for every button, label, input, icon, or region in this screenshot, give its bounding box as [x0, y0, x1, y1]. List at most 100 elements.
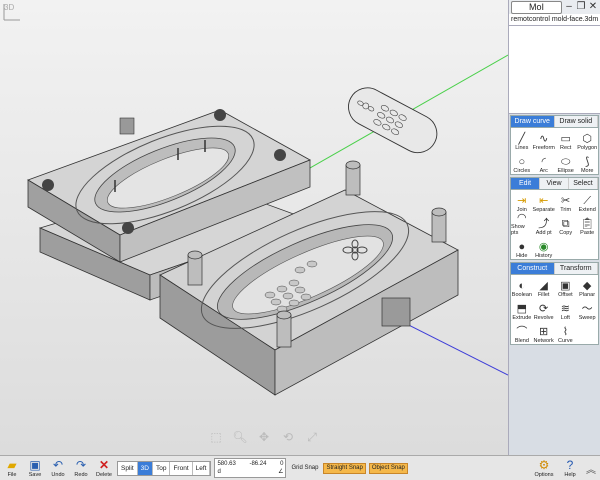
tab-draw-solid[interactable]: Draw solid	[554, 116, 598, 127]
polygon-icon: ⬡	[582, 133, 593, 145]
floppy-icon: ▣	[29, 457, 41, 472]
side-panel: MoI – ❐ ✕ remotcontrol mold-face.3dm Dra…	[508, 0, 600, 455]
options-icon: ⚙	[538, 457, 550, 472]
view-left-button[interactable]: Left	[193, 461, 211, 475]
tool-ellipse[interactable]: ⬭ Ellipse	[555, 151, 577, 174]
mold-model-render	[27, 54, 508, 396]
extrude-icon: ⬒	[516, 303, 528, 315]
network-icon: ⊞	[539, 326, 549, 338]
coord-x: 580.63	[217, 461, 236, 467]
view-top-button[interactable]: Top	[153, 461, 171, 475]
tool-network[interactable]: ⊞ Network	[533, 321, 555, 344]
view-split-button[interactable]: Split	[118, 461, 138, 475]
rect-icon: ▭	[560, 133, 571, 145]
tool-boolean[interactable]: ◐ Boolean	[511, 275, 533, 298]
axis-indicator-icon	[3, 4, 20, 21]
tool-revolve[interactable]: ⟳ Revolve	[533, 298, 555, 321]
minimize-icon[interactable]: –	[564, 2, 574, 12]
edit-panel: Edit View Select ⇥ Join ⇤ Separate ✂ Trim ⟋…	[510, 177, 599, 260]
grid-snap-toggle[interactable]: Grid Snap	[289, 464, 320, 473]
object-snap-toggle[interactable]: Object Snap	[368, 462, 408, 474]
extend-icon: ⟋	[583, 195, 592, 207]
loft-icon: ≋	[560, 303, 570, 315]
folder-icon: ▰	[7, 457, 17, 472]
redo-icon: ↷	[75, 457, 87, 472]
pan-icon[interactable]: ✥	[256, 430, 272, 445]
tool-hide[interactable]: ● Hide	[511, 236, 533, 259]
tool-copy[interactable]: ⧉ Copy	[555, 213, 577, 236]
save-button[interactable]: ▣ Save	[25, 457, 45, 478]
restore-icon[interactable]: ❐	[576, 2, 586, 12]
tool-planar[interactable]: ◆ Planar	[576, 275, 598, 298]
ellipse-icon: ⬭	[560, 156, 571, 168]
help-icon: ?	[566, 457, 574, 472]
tool-offset[interactable]: ▣ Offset	[555, 275, 577, 298]
tab-draw-curve[interactable]: Draw curve	[511, 116, 555, 127]
tab-view[interactable]: View	[540, 178, 569, 189]
angle-label: ∠	[278, 469, 284, 475]
tool-curve[interactable]: ⌇ Curve	[555, 321, 577, 344]
construct-panel: Construct Transform ◐ Boolean ◢ Fillet ▣ Of…	[510, 262, 599, 345]
tool-fillet[interactable]: ◢ Fillet	[533, 275, 555, 298]
tool-paste[interactable]: 📋︎ Paste	[576, 213, 598, 236]
view-3d-button[interactable]: 3D	[137, 461, 153, 475]
tab-construct[interactable]: Construct	[511, 263, 555, 274]
tool-separate[interactable]: ⇤ Separate	[533, 190, 555, 213]
blend-icon: ⌒	[516, 326, 528, 338]
tool-extend[interactable]: ⟋ Extend	[576, 190, 598, 213]
paste-icon: 📋︎	[580, 218, 595, 230]
draw-panel: Draw curve Draw solid ╱ Lines ∿ Freeform ▭…	[510, 115, 599, 175]
tab-transform[interactable]: Transform	[554, 263, 598, 274]
tool-join[interactable]: ⇥ Join	[511, 190, 533, 213]
coordinate-input[interactable]: 580.63 -86.24 0 d ∠	[214, 458, 287, 478]
tab-select[interactable]: Select	[569, 178, 598, 189]
undo-button[interactable]: ↶ Undo	[48, 457, 68, 478]
show-points-icon: ◠	[516, 212, 527, 224]
add-point-icon: ⤴	[538, 218, 550, 230]
straight-snap-toggle[interactable]: Straight Snap	[323, 462, 366, 474]
more-icon: ⟆	[585, 156, 590, 168]
separate-icon: ⇤	[539, 195, 549, 207]
rotate-icon[interactable]: ⟲	[280, 430, 296, 445]
delete-button[interactable]: ✕ Delete	[94, 457, 114, 478]
tool-blend[interactable]: ⌒ Blend	[511, 321, 533, 344]
tool-add-pt[interactable]: ⤴ Add pt	[533, 213, 555, 236]
reset-view-icon[interactable]: ⤢	[304, 430, 320, 445]
close-icon[interactable]: ✕	[588, 2, 598, 12]
tool-loft[interactable]: ≋ Loft	[555, 298, 577, 321]
tool-sweep[interactable]: 〜 Sweep	[576, 298, 598, 321]
options-button[interactable]: ⚙ Options	[534, 457, 554, 478]
delete-x-icon: ✕	[98, 457, 110, 472]
expand-chevron-icon[interactable]: ︽	[586, 461, 596, 476]
tool-arc[interactable]: ◜ Arc	[533, 151, 555, 174]
3d-viewport[interactable]: 3D ⬚ 🔍︎ ✥ ⟲ ⤢	[0, 0, 508, 455]
tool-freeform[interactable]: ∿ Freeform	[533, 128, 555, 151]
tool-lines[interactable]: ╱ Lines	[511, 128, 533, 151]
circle-icon: ○	[518, 156, 526, 168]
tool-extrude[interactable]: ⬒ Extrude	[511, 298, 533, 321]
trim-icon: ✂	[561, 195, 571, 207]
tool-more[interactable]: ⟆ More	[576, 151, 598, 174]
arc-icon: ◜	[541, 156, 546, 168]
tool-history[interactable]: ◉ History	[533, 236, 555, 259]
undo-icon: ↶	[52, 457, 64, 472]
zoom-box-icon[interactable]: ⬚	[208, 430, 224, 445]
boolean-icon: ◐	[518, 280, 526, 292]
freeform-icon: ∿	[539, 133, 549, 145]
view-selector: Split 3D Top Front Left	[117, 460, 212, 476]
view-front-button[interactable]: Front	[170, 461, 193, 475]
tab-edit[interactable]: Edit	[511, 178, 540, 189]
properties-area	[509, 26, 600, 114]
tool-polygon[interactable]: ⬡ Polygon	[576, 128, 598, 151]
help-button[interactable]: ? Help	[560, 457, 580, 478]
file-button[interactable]: ▰ File	[2, 457, 22, 478]
remote-control-model	[348, 87, 438, 154]
history-icon: ◉	[538, 241, 549, 253]
tool-trim[interactable]: ✂ Trim	[555, 190, 577, 213]
tool-rect[interactable]: ▭ Rect	[555, 128, 577, 151]
redo-button[interactable]: ↷ Redo	[71, 457, 91, 478]
tool-show-pts[interactable]: ◠ Show pts	[511, 212, 533, 236]
distance-label: d	[217, 469, 221, 475]
tool-circles[interactable]: ○ Circles	[511, 151, 533, 174]
zoom-icon[interactable]: 🔍︎	[232, 430, 248, 445]
